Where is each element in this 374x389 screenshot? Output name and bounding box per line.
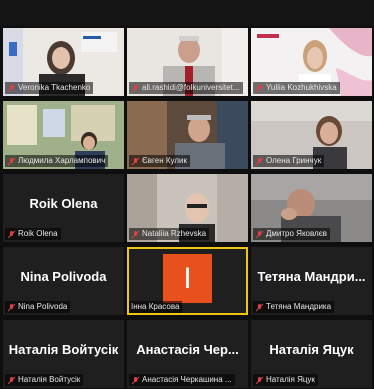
muted-mic-icon — [131, 84, 140, 93]
participant-name-label: Nina Polivoda — [5, 301, 71, 313]
muted-mic-icon — [255, 303, 264, 312]
muted-mic-icon — [131, 157, 140, 166]
participant-display-name: Тетяна Мандри... — [257, 269, 366, 284]
participant-tile[interactable]: Nataliia Rzhevska — [127, 174, 248, 242]
participant-tile[interactable]: ali.rashidi@folkuniversitet... — [127, 28, 248, 96]
muted-mic-icon — [131, 376, 140, 385]
participant-name-label: Nataliia Rzhevska — [129, 228, 210, 240]
participant-tile[interactable]: Veronika Tkachenko — [3, 28, 124, 96]
participant-tile[interactable]: Людмила Харлампович — [3, 101, 124, 169]
participant-name-label: Олена Гринчук — [253, 155, 325, 167]
muted-mic-icon — [7, 157, 16, 166]
muted-mic-icon — [255, 157, 264, 166]
muted-mic-icon — [255, 84, 264, 93]
participant-tile[interactable]: Наталія Яцук Наталія Яцук — [251, 320, 372, 388]
participant-name-label: Анастасія Черкашина ... — [129, 374, 235, 386]
top-bar — [0, 0, 374, 26]
participant-tile-active-speaker[interactable]: I Інна Красова — [127, 247, 248, 315]
participant-name-label: Євген Кулик — [129, 155, 190, 167]
muted-mic-icon — [7, 84, 16, 93]
participant-tile[interactable]: Євген Кулик — [127, 101, 248, 169]
participant-tile[interactable]: Yuliia Kozhukhivska — [251, 28, 372, 96]
participant-tile[interactable]: Наталія Войтусік Наталія Войтусік — [3, 320, 124, 388]
muted-mic-icon — [255, 230, 264, 239]
participant-display-name: Roik Olena — [29, 196, 98, 211]
participant-tile[interactable]: Roik Olena Roik Olena — [3, 174, 124, 242]
participant-name-label: ali.rashidi@folkuniversitet... — [129, 82, 243, 94]
avatar: I — [163, 254, 212, 303]
muted-mic-icon — [7, 376, 16, 385]
participant-display-name: Наталія Яцук — [269, 342, 354, 357]
participant-name-label: Дмитро Яковлєв — [253, 228, 331, 240]
participant-display-name: Анастасія Чер... — [136, 342, 239, 357]
participant-tile[interactable]: Дмитро Яковлєв — [251, 174, 372, 242]
muted-mic-icon — [131, 230, 140, 239]
participant-name-label: Veronika Tkachenko — [5, 82, 94, 94]
muted-mic-icon — [7, 230, 16, 239]
participant-display-name: Nina Polivoda — [20, 269, 107, 284]
participant-name-label: Yuliia Kozhukhivska — [253, 82, 340, 94]
participant-display-name: Наталія Войтусік — [8, 342, 119, 357]
participant-name-label: Тетяна Мандрика — [253, 301, 335, 313]
muted-mic-icon — [255, 376, 264, 385]
participant-tile[interactable]: Тетяна Мандри... Тетяна Мандрика — [251, 247, 372, 315]
participant-tile[interactable]: Nina Polivoda Nina Polivoda — [3, 247, 124, 315]
participant-name-label: Наталія Яцук — [253, 374, 318, 386]
participant-name-label: Roik Olena — [5, 228, 61, 240]
participant-name-label: Інна Красова — [129, 301, 183, 313]
participant-tile[interactable]: Анастасія Чер... Анастасія Черкашина ... — [127, 320, 248, 388]
participant-name-label: Людмила Харлампович — [5, 155, 109, 167]
muted-mic-icon — [7, 303, 16, 312]
participant-name-label: Наталія Войтусік — [5, 374, 84, 386]
participant-tile[interactable]: Олена Гринчук — [251, 101, 372, 169]
